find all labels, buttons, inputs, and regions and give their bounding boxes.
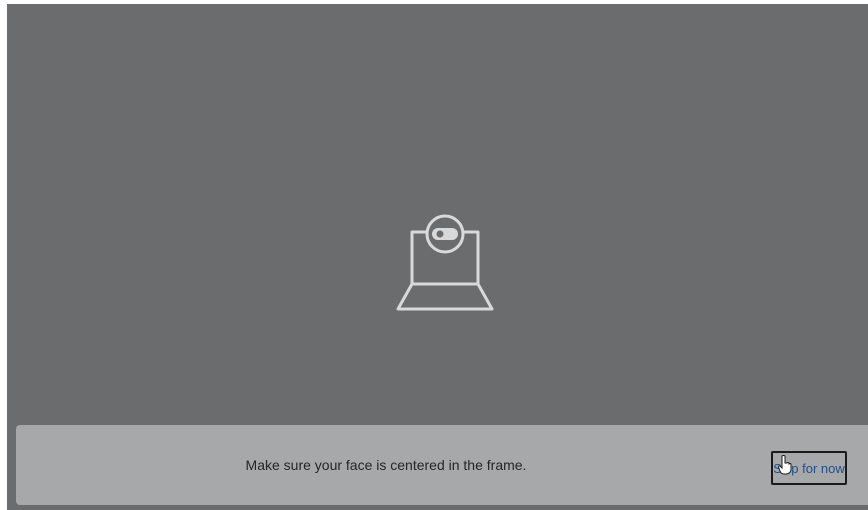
laptop-webcam-icon	[396, 214, 494, 311]
instruction-bar: Make sure your face is centered in the f…	[16, 425, 868, 505]
face-setup-screen: Make sure your face is centered in the f…	[7, 4, 868, 510]
face-centering-instruction: Make sure your face is centered in the f…	[245, 457, 527, 473]
skip-for-now-button[interactable]: Skip for now	[771, 451, 847, 485]
